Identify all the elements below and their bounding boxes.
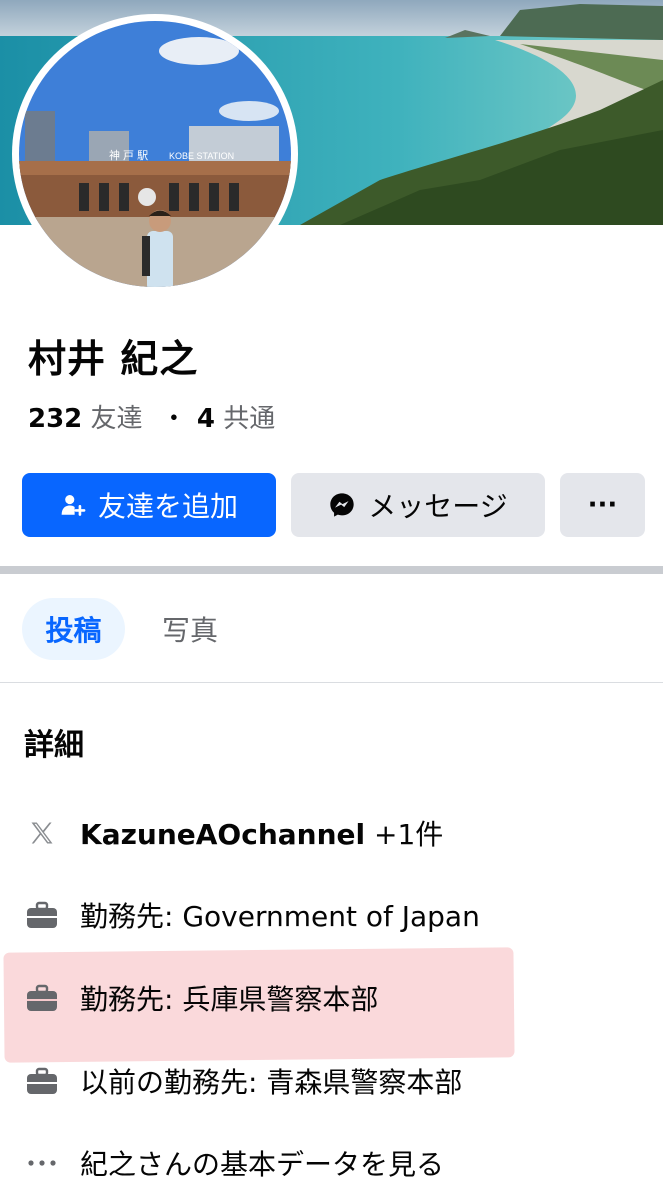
tab-photos[interactable]: 写真 [140, 598, 240, 660]
messenger-icon [328, 491, 356, 519]
x-logo-icon [22, 813, 62, 853]
tab-photos-label: 写真 [161, 614, 218, 647]
friends-separator: ・ [160, 404, 187, 434]
detail-work-hyogo-police[interactable]: 勤務先: 兵庫県警察本部 [22, 973, 378, 1023]
previous-work-text: 以前の勤務先: 青森県警察本部 [80, 1066, 463, 1099]
detail-work-government[interactable]: 勤務先: Government of Japan [22, 890, 480, 940]
work-hyogo-police-text: 勤務先: 兵庫県警察本部 [80, 983, 379, 1016]
tab-posts-label: 投稿 [45, 614, 102, 647]
friends-label: 友達 [90, 404, 143, 434]
station-sign-sub: KOBE STATION [169, 151, 234, 161]
see-about-info-text: 紀之さんの基本データを見る [80, 1148, 445, 1181]
friends-summary[interactable]: 232 友達 ・ 4 共通 [28, 398, 275, 435]
add-friend-icon [60, 492, 86, 518]
x-account-more: +1件 [365, 818, 444, 851]
detail-see-about-info[interactable]: 紀之さんの基本データを見る [22, 1138, 444, 1188]
mutual-label: 共通 [223, 404, 276, 434]
detail-x-account[interactable]: KazuneAOchannel +1件 [22, 808, 443, 858]
add-friend-label: 友達を追加 [97, 490, 238, 523]
profile-name: 村井 紀之 [28, 337, 199, 381]
add-friend-button[interactable]: 友達を追加 [22, 473, 276, 537]
station-sign-top: 神 戸 駅 [109, 148, 148, 162]
friends-count: 232 [28, 404, 83, 434]
profile-avatar[interactable]: 神 戸 駅 KOBE STATION [12, 14, 298, 294]
detail-previous-work-aomori-police[interactable]: 以前の勤務先: 青森県警察本部 [22, 1056, 462, 1106]
ellipsis-icon [22, 1143, 62, 1183]
section-divider [0, 566, 663, 574]
message-label: メッセージ [368, 490, 508, 523]
tab-posts[interactable]: 投稿 [22, 598, 125, 660]
message-button[interactable]: メッセージ [291, 473, 545, 537]
details-heading: 詳細 [24, 728, 84, 763]
work-government-text: 勤務先: Government of Japan [80, 900, 480, 933]
mutual-count: 4 [196, 404, 215, 434]
briefcase-icon [22, 978, 62, 1018]
more-options-button[interactable]: ··· [560, 473, 645, 537]
tabs-divider [0, 682, 663, 683]
briefcase-icon [22, 1061, 62, 1101]
briefcase-icon [22, 895, 62, 935]
x-account-handle: KazuneAOchannel [80, 818, 366, 851]
ellipsis-icon: ··· [587, 490, 618, 520]
